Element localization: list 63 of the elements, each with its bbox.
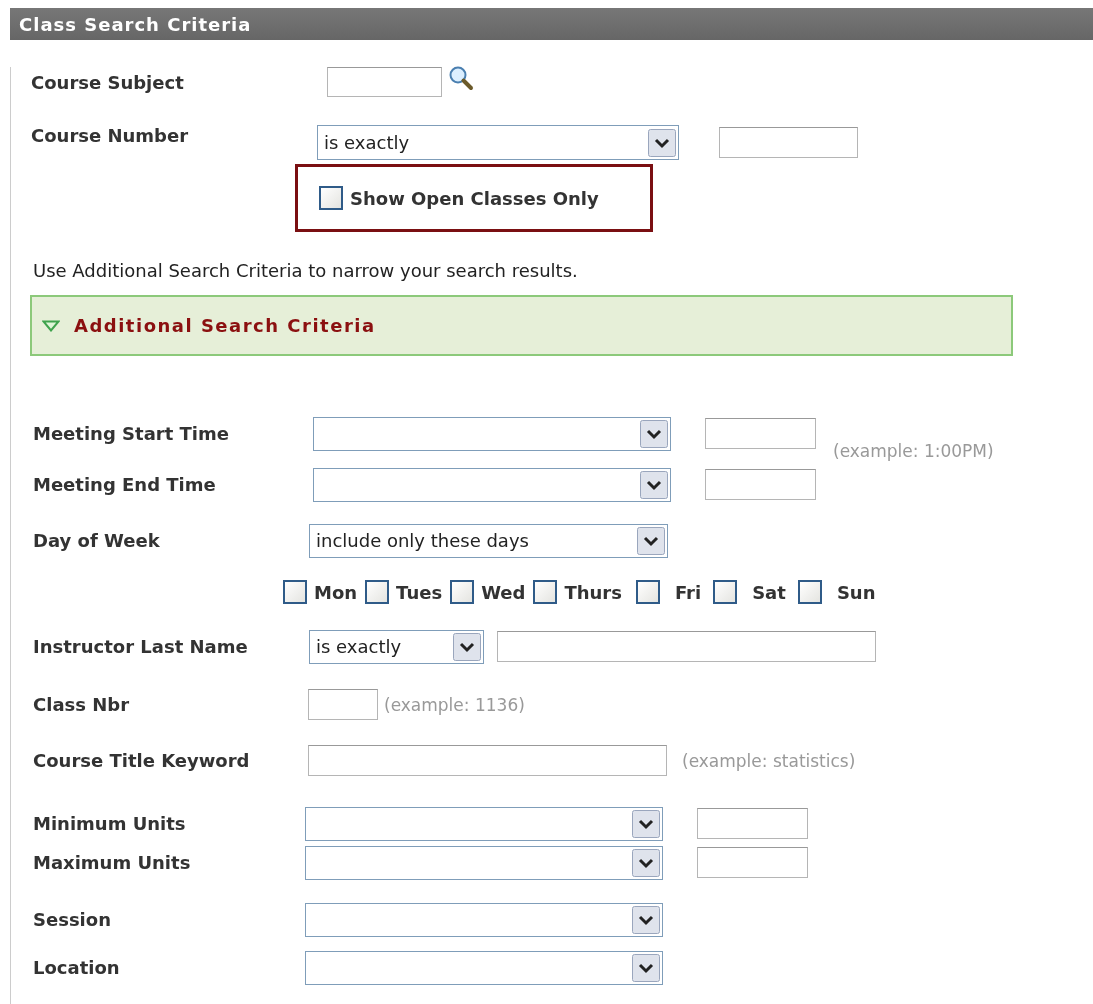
- checkbox[interactable]: [713, 580, 738, 604]
- field-label: Location: [32, 957, 121, 978]
- chevron-icon: [632, 905, 660, 934]
- chevron-icon: [640, 470, 668, 499]
- example-hint: (example: statistics): [682, 750, 856, 771]
- checkbox-label: Thurs: [564, 581, 622, 603]
- field-label: Minimum Units: [32, 813, 187, 834]
- checkbox-label: Mon: [314, 581, 358, 603]
- input-field[interactable]: [308, 745, 667, 776]
- dropdown[interactable]: [313, 467, 671, 502]
- chevron-icon: [632, 809, 660, 838]
- example-hint: (example: 1136): [384, 694, 525, 715]
- field-label: Maximum Units: [32, 852, 192, 873]
- checkbox-label: Fri: [674, 581, 702, 603]
- input-field[interactable]: [705, 469, 816, 500]
- chevron-icon: [640, 419, 668, 448]
- checkbox-label: Tues: [396, 581, 443, 603]
- input-field[interactable]: [497, 631, 876, 662]
- chevron-icon: [632, 848, 660, 877]
- triangle-icon: [42, 319, 60, 332]
- field-label: Day of Week: [32, 530, 161, 551]
- checkbox-label: Wed: [481, 581, 526, 603]
- checkbox[interactable]: [797, 580, 822, 604]
- dropdown[interactable]: [305, 902, 663, 937]
- checkbox-label: Sun: [836, 581, 876, 603]
- dropdown[interactable]: [305, 806, 663, 841]
- field-label: Class Nbr: [32, 694, 131, 715]
- dropdown[interactable]: is exactly: [309, 629, 484, 664]
- checkbox[interactable]: [450, 580, 475, 604]
- collapsible-header[interactable]: Additional Search Criteria: [30, 295, 1013, 356]
- dropdown[interactable]: include only these days: [309, 523, 668, 558]
- field-label: Meeting End Time: [32, 474, 217, 495]
- input-field[interactable]: [705, 418, 816, 449]
- chevron-icon: [637, 526, 665, 555]
- chevron-icon: [632, 953, 660, 982]
- dropdown[interactable]: [313, 416, 671, 451]
- chevron-icon: [453, 632, 481, 661]
- field-label: Session: [32, 909, 112, 930]
- search-icon[interactable]: [448, 65, 474, 91]
- checkbox-label: Sat: [752, 581, 786, 603]
- input-field[interactable]: [697, 808, 808, 839]
- hint-text: Use Additional Search Criteria to narrow your search results.: [32, 260, 579, 281]
- field-label: Course Title Keyword: [32, 750, 251, 771]
- chevron-icon: [648, 128, 676, 157]
- section-header: Class Search Criteria: [10, 8, 1093, 40]
- input-field[interactable]: [327, 67, 442, 97]
- input-field[interactable]: [308, 689, 378, 720]
- dropdown[interactable]: [305, 845, 663, 880]
- checkbox[interactable]: [319, 186, 343, 210]
- dropdown[interactable]: is exactly: [317, 125, 679, 160]
- example-hint: (example: 1:00PM): [833, 440, 994, 461]
- field-label: Meeting Start Time: [32, 423, 230, 444]
- checkbox[interactable]: [365, 580, 390, 604]
- checkbox-label: Show Open Classes Only: [350, 187, 599, 209]
- checkbox[interactable]: [283, 580, 307, 604]
- input-field[interactable]: [697, 847, 808, 878]
- field-label: Course Number: [30, 125, 190, 146]
- dropdown[interactable]: [305, 950, 663, 985]
- field-label: Course Subject: [30, 71, 185, 93]
- checkbox[interactable]: [533, 580, 558, 604]
- checkbox[interactable]: [635, 580, 660, 604]
- input-field[interactable]: [719, 127, 858, 158]
- field-label: Instructor Last Name: [32, 636, 249, 657]
